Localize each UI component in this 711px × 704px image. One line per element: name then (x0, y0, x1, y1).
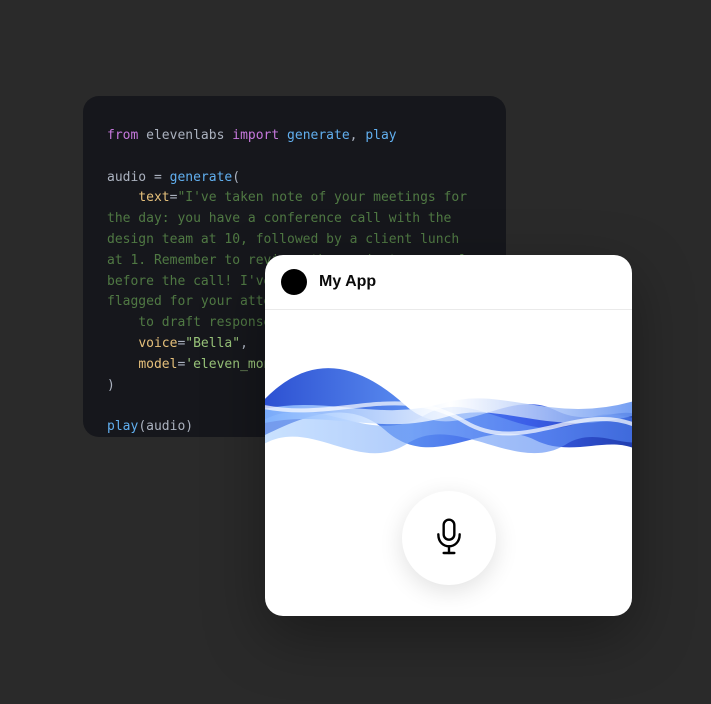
comma: , (350, 128, 358, 143)
waveform-visualization (265, 310, 632, 510)
open-paren: ( (232, 170, 240, 185)
string-text-truncated: to draft responses (138, 315, 279, 330)
param-voice: voice (138, 336, 177, 351)
microphone-button[interactable] (402, 491, 496, 585)
close-paren: ) (107, 378, 115, 393)
play-close-paren: ) (185, 419, 193, 434)
import-generate: generate (287, 128, 350, 143)
fn-play: play (107, 419, 138, 434)
param-model: model (138, 357, 177, 372)
import-play: play (365, 128, 396, 143)
comma-voice: , (240, 336, 248, 351)
keyword-from: from (107, 128, 138, 143)
assign-op: = (146, 170, 169, 185)
app-title: My App (319, 273, 376, 291)
keyword-import: import (232, 128, 279, 143)
var-audio: audio (107, 170, 146, 185)
string-voice-value: "Bella" (185, 336, 240, 351)
app-card: My App (265, 255, 632, 616)
app-logo-icon (281, 269, 307, 295)
module-name: elevenlabs (146, 128, 224, 143)
param-text: text (138, 190, 169, 205)
microphone-icon (433, 517, 465, 560)
app-header: My App (265, 255, 632, 310)
play-open-paren: ( (138, 419, 146, 434)
app-body (265, 310, 632, 615)
wave-svg (265, 310, 632, 510)
play-arg-audio: audio (146, 419, 185, 434)
fn-generate: generate (170, 170, 233, 185)
